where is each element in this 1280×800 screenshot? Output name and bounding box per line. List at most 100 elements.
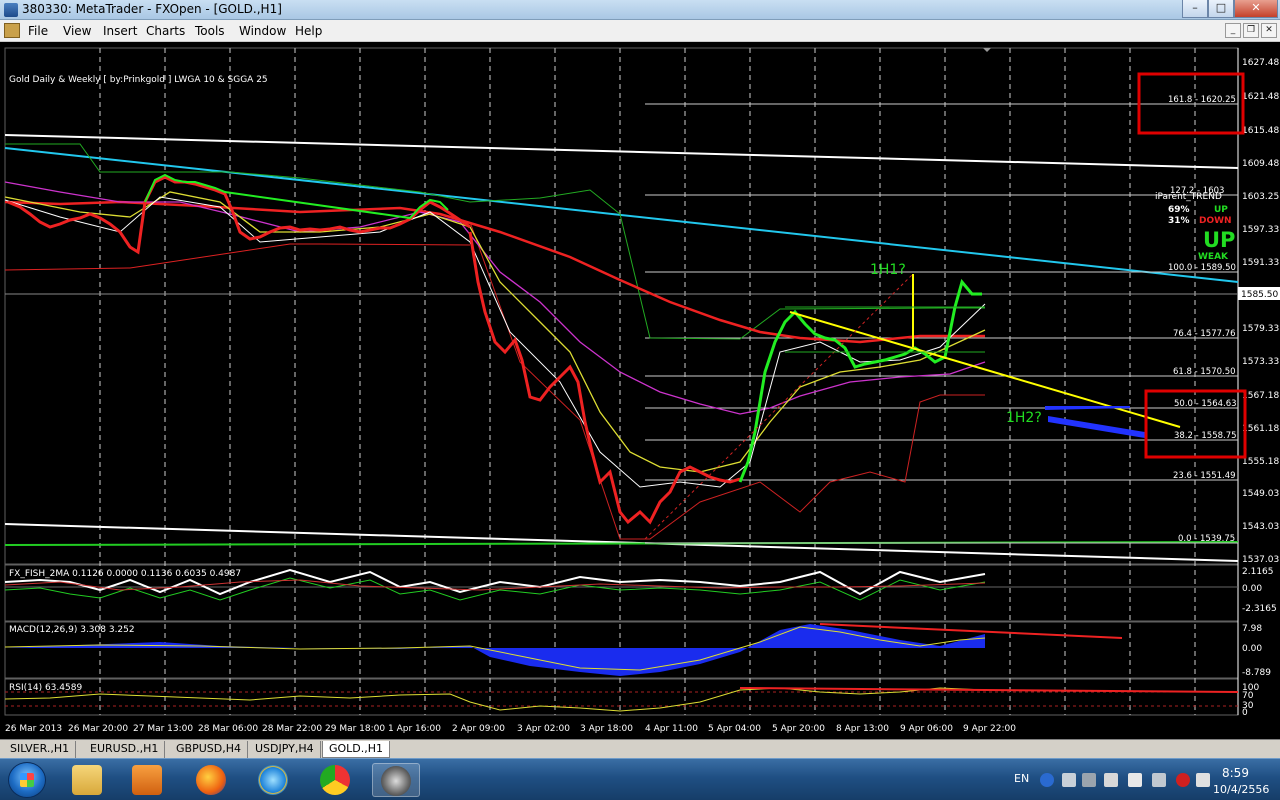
chart-window-icon[interactable] [4,23,20,38]
fib-label-0: 0.0 - 1539.75 [1178,534,1235,544]
windows-logo-icon [20,773,34,787]
price-tick: 1549.03 [1242,489,1279,499]
time-tick: 3 Apr 02:00 [517,724,570,734]
tab-eurusd[interactable]: EURUSD.,H1 [84,741,166,758]
upper-channel-line[interactable] [4,134,1239,169]
price-tick: 1567.18 [1242,391,1279,401]
menu-view[interactable]: View [63,24,91,38]
main-chart-frame [4,47,1239,565]
tab-usdjpy[interactable]: USDJPY,H4 [249,741,321,758]
time-tick: 1 Apr 16:00 [388,724,441,734]
tab-gbpusd[interactable]: GBPUSD,H4 [170,741,248,758]
lower-band-left [4,243,471,271]
time-tick: 2 Apr 09:00 [452,724,505,734]
candles-red-drop [468,231,741,525]
chrome-icon [320,765,350,795]
chart-shift-marker[interactable] [983,48,991,52]
metatrader-icon [381,766,411,796]
volume-icon[interactable] [1196,773,1210,787]
mdi-minimize-button[interactable]: _ [1225,23,1241,38]
explorer-taskbar-button[interactable] [64,763,112,797]
fib-label-50: 50.0 - 1564.63 [1174,399,1237,409]
time-tick: 27 Mar 13:00 [133,724,193,734]
media-player-taskbar-button[interactable] [124,763,172,797]
trend-up-label: UP [1214,205,1228,215]
fib-label-23: 23.6 - 1551.49 [1173,471,1236,481]
menu-help[interactable]: Help [295,24,322,38]
macd-axis: 7.98 0.00 -8.789 [1242,624,1271,678]
tab-silver[interactable]: SILVER.,H1 [4,741,77,758]
ie-taskbar-button[interactable] [250,763,298,797]
menu-insert[interactable]: Insert [103,24,137,38]
cyan-trendline[interactable] [4,147,1239,283]
maximize-button[interactable]: □ [1208,0,1234,18]
start-button[interactable] [8,762,46,798]
macd-axis-bottom: -8.789 [1242,668,1271,678]
rsi-panel-frame [4,678,1239,716]
language-indicator[interactable]: EN [1014,772,1029,785]
minimize-button[interactable]: – [1182,0,1208,18]
tab-gold[interactable]: GOLD.,H1 [322,741,391,758]
fish-axis-zero: 0.00 [1242,584,1262,594]
menu-window[interactable]: Window [239,24,286,38]
mdi-close-button[interactable]: ✕ [1261,23,1277,38]
time-tick: 4 Apr 11:00 [645,724,698,734]
menu-tools[interactable]: Tools [195,24,225,38]
price-tick: 1627.48 [1242,58,1279,68]
menu-file[interactable]: File [28,24,48,38]
metatrader-app-icon[interactable] [4,3,18,17]
mdi-restore-button[interactable]: ❐ [1243,23,1259,38]
macd-label: MACD(12,26,9) 3.308 3.252 [9,625,135,635]
trend-panel-title: iParent_TREND [1155,192,1222,202]
trend-big-up: UP [1203,228,1235,252]
close-button[interactable]: ✕ [1234,0,1278,18]
trend-pct-down: 31% [1168,216,1190,226]
gold-h1-chart[interactable]: 1627.48 1621.48 1615.48 1609.48 1603.25 … [0,42,1280,739]
keyboard-icon[interactable] [1062,773,1076,787]
fib-label-100: 100.0 - 1589.50 [1168,263,1236,273]
time-tick: 29 Mar 18:00 [325,724,385,734]
time-tick: 5 Apr 20:00 [772,724,825,734]
time-grid [99,48,1196,715]
flag-icon[interactable] [1104,773,1118,787]
menu-charts[interactable]: Charts [146,24,185,38]
metatrader-taskbar-button[interactable] [372,763,420,797]
time-tick: 28 Mar 06:00 [198,724,258,734]
time-axis: 26 Mar 2013 26 Mar 20:00 27 Mar 13:00 28… [5,724,1016,734]
current-price-label: 1585.50 [1241,290,1278,300]
tray-arrow-icon[interactable] [1082,773,1096,787]
folder-icon [72,765,102,795]
price-axis: 1627.48 1621.48 1615.48 1609.48 1603.25 … [1242,58,1279,565]
rsi-axis: 100 70 30 0 [1242,683,1259,718]
window-title: 380330: MetaTrader - FXOpen - [GOLD.,H1] [22,2,282,16]
candles-red-left [7,175,471,255]
network-icon[interactable] [1152,773,1166,787]
fib-label-61: 61.8 - 1570.50 [1173,367,1236,377]
yellow-trendline[interactable] [789,311,1181,428]
price-tick: 1591.33 [1242,258,1279,268]
time-tick: 28 Mar 22:00 [262,724,322,734]
rsi-line [4,687,986,712]
power-icon[interactable] [1128,773,1142,787]
price-tick: 1603.25 [1242,192,1279,202]
security-icon[interactable] [1176,773,1190,787]
annotation-1h1: 1H1? [870,262,906,278]
price-tick: 1597.33 [1242,225,1279,235]
firefox-taskbar-button[interactable] [188,763,236,797]
clock-time[interactable]: 8:59 [1222,766,1249,780]
clock-date[interactable]: 10/4/2556 [1213,783,1269,796]
rsi-axis-0: 0 [1242,708,1248,718]
price-tick: 1609.48 [1242,159,1279,169]
ma-yellow [4,191,986,473]
chart-header: Gold Daily & Weekly [ by:Prinkgold ] LWG… [9,75,268,85]
price-tick: 1573.33 [1242,357,1279,367]
time-tick: 9 Apr 22:00 [963,724,1016,734]
help-icon[interactable] [1040,773,1054,787]
fib-label-76: 76.4 - 1577.76 [1173,329,1236,339]
chart-window[interactable]: 1627.48 1621.48 1615.48 1609.48 1603.25 … [0,42,1280,739]
time-tick: 26 Mar 20:00 [68,724,128,734]
chrome-taskbar-button[interactable] [312,763,360,797]
firefox-icon [196,765,226,795]
price-tick: 1537.03 [1242,555,1279,565]
fish-axis-bottom: -2.3165 [1242,604,1277,614]
